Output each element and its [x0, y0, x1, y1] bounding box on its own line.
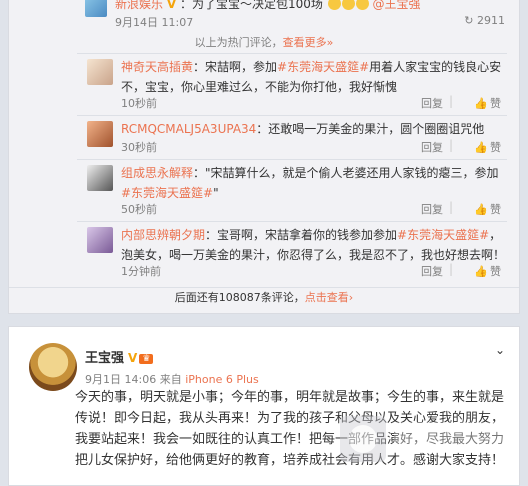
like-button[interactable]: 👍 赞 [474, 201, 501, 217]
comment-item: 内部思辨朝夕期：宝哥啊，宋喆拿着你的钱参加参加#东莞海天盛筵#，泡美女，喝一万美… [77, 223, 507, 281]
more-comments-text: 后面还有108087条评论， [174, 291, 305, 304]
mention-link[interactable]: @王宝强 [373, 0, 421, 11]
comment-user[interactable]: RCMQCMALJ5A3UPA34 [121, 122, 256, 136]
avatar[interactable] [29, 343, 77, 391]
like-label: 赞 [490, 141, 501, 154]
post-author: 王宝强 V ♛ [85, 347, 154, 366]
hot-notice-text: 以上为热门评论， [194, 36, 283, 49]
avatar[interactable] [87, 121, 113, 147]
comment-body: ：宋喆啊，参加 [193, 60, 278, 74]
watermark-logo [340, 416, 514, 462]
chevron-right-icon: › [348, 291, 354, 304]
partial-post-row: 新浪娱乐 V ：为了宝宝～决定包100场 @王宝强 9月14日 11:07 ↻ … [9, 0, 519, 31]
separator: | [448, 138, 453, 152]
view-more-link[interactable]: 查看更多» [283, 36, 334, 49]
thumbs-up-icon: 👍 [474, 141, 488, 154]
partial-post-text: ：为了宝宝～决定包100场 [179, 0, 323, 11]
share-icon: ↻ [464, 14, 477, 27]
comment-text: 组成思永解释："宋喆算什么，就是个偷人老婆还用人家钱的瘪三，参加 #东莞海天盛筵#… [121, 163, 507, 203]
comment-body: ：还敢喝一万美金的果汁，圆个圈圈诅咒他 [256, 122, 485, 136]
like-button[interactable]: 👍 赞 [474, 139, 501, 155]
like-label: 赞 [490, 97, 501, 110]
divider [77, 159, 507, 160]
separator: | [448, 94, 453, 108]
partial-post-date: 9月14日 11:07 [115, 16, 194, 29]
avatar[interactable] [87, 227, 113, 253]
comment-body-tail: " [213, 186, 219, 200]
post-date[interactable]: 9月1日 14:06 [85, 373, 156, 386]
hashtag-link[interactable]: #东莞海天盛筵# [397, 228, 489, 242]
reply-button[interactable]: 回复 [421, 139, 443, 155]
comment-text: RCMQCMALJ5A3UPA34：还敢喝一万美金的果汁，圆个圈圈诅咒他 [121, 119, 507, 139]
avatar[interactable] [87, 165, 113, 191]
comment-text: 神奇天高插黄：宋喆啊，参加#东莞海天盛筵#用着人家宝宝的钱良心安不，宝宝，你心里… [121, 57, 507, 97]
divider [77, 53, 507, 54]
divider [77, 221, 507, 222]
source-prefix: 来自 [159, 373, 182, 386]
emoji-icon [327, 0, 341, 10]
author-name[interactable]: 王宝强 [85, 351, 124, 366]
hashtag-link[interactable]: #东莞海天盛筵# [121, 186, 213, 200]
like-button[interactable]: 👍 赞 [474, 95, 501, 111]
verified-icon: V [166, 0, 177, 11]
comment-time: 30秒前 [121, 141, 157, 154]
like-button[interactable]: 👍 赞 [474, 263, 501, 279]
comment-item: 神奇天高插黄：宋喆啊，参加#东莞海天盛筵#用着人家宝宝的钱良心安不，宝宝，你心里… [77, 55, 507, 111]
share-button[interactable]: ↻ 2911 [464, 14, 505, 27]
comment-time: 1分钟前 [121, 265, 161, 278]
separator: | [448, 200, 453, 214]
comment-time: 10秒前 [121, 97, 157, 110]
post-source[interactable]: iPhone 6 Plus [185, 373, 259, 386]
divider [9, 287, 519, 288]
post-meta: 9月1日 14:06 来自 iPhone 6 Plus [85, 371, 259, 387]
comment-item: 组成思永解释："宋喆算什么，就是个偷人老婆还用人家钱的瘪三，参加 #东莞海天盛筵#… [77, 161, 507, 217]
divider [77, 115, 507, 116]
level-icon: ♛ [139, 353, 154, 364]
comment-body: ："宋喆算什么，就是个偷人老婆还用人家钱的瘪三，参加 [193, 166, 499, 180]
emoji-icon [341, 0, 355, 10]
like-label: 赞 [490, 203, 501, 216]
hashtag-link[interactable]: #东莞海天盛筵# [277, 60, 369, 74]
avatar[interactable] [85, 0, 107, 17]
verified-icon: V [128, 351, 138, 365]
reply-button[interactable]: 回复 [421, 263, 443, 279]
thumbs-up-icon: 👍 [474, 265, 488, 278]
reply-button[interactable]: 回复 [421, 95, 443, 111]
share-count: 2911 [477, 14, 505, 27]
thumbs-up-icon: 👍 [474, 203, 488, 216]
view-all-link[interactable]: 点击查看 [305, 291, 349, 304]
comment-user[interactable]: 神奇天高插黄 [121, 60, 193, 74]
partial-post-user[interactable]: 新浪娱乐 [115, 0, 163, 11]
thumbs-up-icon: 👍 [474, 97, 488, 110]
more-comments-bar[interactable]: 后面还有108087条评论，点击查看› [9, 289, 519, 305]
reply-button[interactable]: 回复 [421, 201, 443, 217]
like-label: 赞 [490, 265, 501, 278]
avatar[interactable] [87, 59, 113, 85]
chevron-down-icon[interactable]: ⌄ [495, 343, 505, 357]
hot-comments-notice: 以上为热门评论，查看更多» [9, 34, 519, 50]
comment-time: 50秒前 [121, 203, 157, 216]
comment-user[interactable]: 组成思永解释 [121, 166, 193, 180]
comment-text: 内部思辨朝夕期：宝哥啊，宋喆拿着你的钱参加参加#东莞海天盛筵#，泡美女，喝一万美… [121, 225, 507, 265]
separator: | [448, 262, 453, 276]
comment-body: ：宝哥啊，宋喆拿着你的钱参加参加 [205, 228, 398, 242]
emoji-icon [355, 0, 369, 10]
comment-item: RCMQCMALJ5A3UPA34：还敢喝一万美金的果汁，圆个圈圈诅咒他 30秒… [77, 117, 507, 155]
comment-panel: 新浪娱乐 V ：为了宝宝～决定包100场 @王宝强 9月14日 11:07 ↻ … [8, 0, 520, 314]
comment-user[interactable]: 内部思辨朝夕期 [121, 228, 205, 242]
